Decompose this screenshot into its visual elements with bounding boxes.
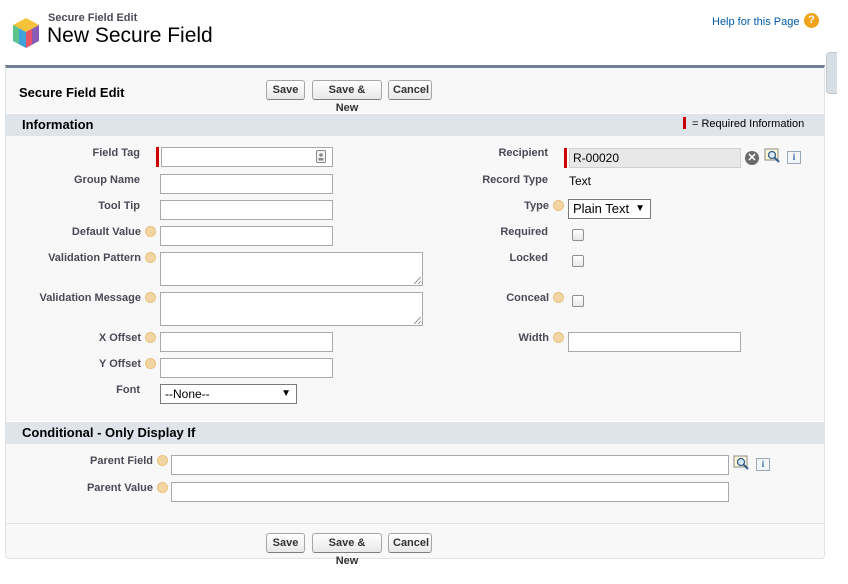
x-offset-label: X Offset (99, 332, 156, 344)
group-name-label: Group Name (73, 174, 140, 186)
breadcrumb: Secure Field Edit (48, 12, 138, 24)
validation-message-textarea[interactable] (160, 292, 423, 326)
chevron-down-icon: ▼ (635, 203, 645, 214)
conditional-section-title: Conditional - Only Display If (22, 425, 196, 440)
field-tag-input[interactable] (161, 147, 333, 167)
y-offset-label: Y Offset (99, 358, 156, 370)
cancel-button-bottom[interactable]: Cancel (388, 533, 432, 553)
parent-field-input[interactable] (171, 455, 729, 475)
parent-field-lookup-icon[interactable] (733, 455, 751, 471)
width-label: Width (519, 332, 564, 344)
default-value-help-icon[interactable] (145, 226, 156, 237)
width-help-icon[interactable] (553, 332, 564, 343)
font-select[interactable]: --None-- ▼ (160, 384, 297, 404)
required-checkbox[interactable] (572, 229, 584, 241)
save-button-bottom[interactable]: Save (266, 533, 305, 553)
page-title: New Secure Field (47, 24, 213, 47)
tool-tip-label: Tool Tip (98, 200, 140, 212)
clear-recipient-icon[interactable]: ✕ (745, 151, 759, 165)
conceal-label: Conceal (506, 292, 564, 304)
record-type-value: Text (569, 174, 592, 188)
conditional-section-header: Conditional - Only Display If (6, 421, 824, 444)
save-and-new-button-bottom[interactable]: Save & New (312, 533, 382, 567)
group-name-input[interactable] (160, 174, 333, 194)
recipient-info-icon[interactable]: i (787, 151, 801, 164)
field-tag-required-bar (156, 147, 159, 167)
recipient-label: Recipient (498, 147, 548, 159)
y-offset-help-icon[interactable] (145, 358, 156, 369)
recipient-required-bar (564, 148, 567, 168)
type-selected-value: Plain Text (573, 201, 630, 216)
required-label: Required (500, 226, 548, 238)
help-link[interactable]: Help for this Page (712, 16, 799, 28)
field-tag-contact-icon[interactable] (316, 150, 326, 163)
locked-checkbox[interactable] (572, 255, 584, 267)
locked-label: Locked (509, 252, 548, 264)
chevron-down-icon: ▼ (281, 388, 291, 399)
conceal-help-icon[interactable] (553, 292, 564, 303)
parent-field-info-icon[interactable]: i (756, 458, 770, 471)
required-bar-icon (683, 117, 686, 129)
tool-tip-input[interactable] (160, 200, 333, 220)
cancel-button[interactable]: Cancel (388, 80, 432, 100)
validation-message-label: Validation Message (40, 292, 156, 304)
secure-field-app-icon (13, 18, 39, 48)
font-label: Font (116, 384, 140, 396)
conceal-checkbox[interactable] (572, 295, 584, 307)
x-offset-input[interactable] (160, 332, 333, 352)
edit-panel: Secure Field Edit Save Save & New Cancel… (5, 65, 825, 567)
save-button[interactable]: Save (266, 80, 305, 100)
validation-pattern-textarea[interactable] (160, 252, 423, 286)
font-selected-value: --None-- (165, 387, 210, 401)
width-input[interactable] (568, 332, 741, 352)
field-tag-label: Field Tag (92, 147, 140, 159)
record-type-label: Record Type (482, 174, 548, 186)
validation-pattern-label: Validation Pattern (48, 252, 156, 264)
parent-value-help-icon[interactable] (157, 482, 168, 493)
y-offset-input[interactable] (160, 358, 333, 378)
side-tab-handle[interactable] (826, 52, 837, 94)
type-label: Type (524, 200, 564, 212)
information-section-title: Information (22, 117, 94, 132)
parent-value-input[interactable] (171, 482, 729, 502)
parent-value-label: Parent Value (87, 482, 168, 494)
panel-title: Secure Field Edit (19, 85, 125, 100)
default-value-input[interactable] (160, 226, 333, 246)
footer-divider (6, 523, 824, 524)
type-select[interactable]: Plain Text ▼ (568, 199, 651, 219)
validation-pattern-help-icon[interactable] (145, 252, 156, 263)
page-header: Secure Field Edit New Secure Field Help … (0, 0, 848, 94)
parent-field-help-icon[interactable] (157, 455, 168, 466)
recipient-lookup-icon[interactable] (764, 148, 782, 164)
help-icon[interactable]: ? (804, 13, 819, 28)
required-legend-text: = Required Information (692, 118, 805, 130)
save-and-new-button[interactable]: Save & New (312, 80, 382, 114)
default-value-label: Default Value (72, 226, 156, 238)
type-help-icon[interactable] (553, 200, 564, 211)
x-offset-help-icon[interactable] (145, 332, 156, 343)
required-legend: = Required Information (683, 117, 804, 130)
information-section-header: Information = Required Information (6, 113, 824, 136)
parent-field-label: Parent Field (90, 455, 168, 467)
validation-message-help-icon[interactable] (145, 292, 156, 303)
recipient-input[interactable]: R-00020 (569, 148, 741, 168)
